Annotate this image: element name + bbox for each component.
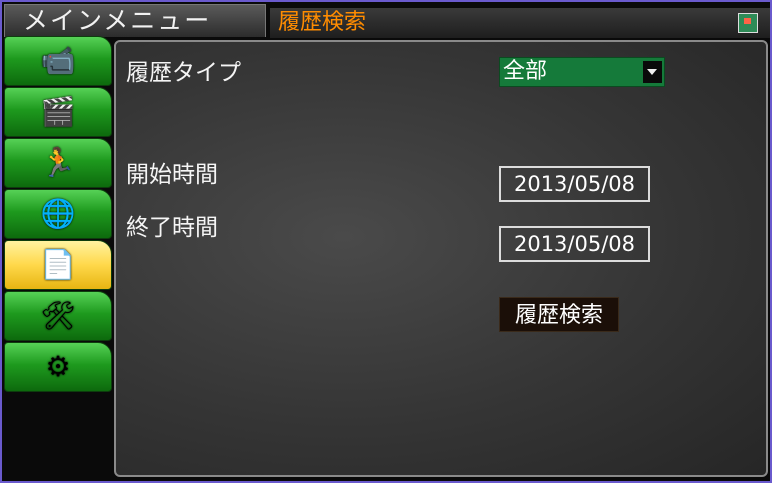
history-search-button[interactable]: 履歴検索: [499, 297, 619, 332]
sidebar-item-motion[interactable]: 🏃: [4, 138, 112, 188]
end-time-label: 終了時間: [126, 215, 218, 241]
system-tools-icon: 🛠: [40, 299, 76, 332]
document-search-icon: 📄: [40, 248, 76, 281]
record-type-label: 履歴タイプ: [126, 60, 241, 86]
running-man-icon: 🏃: [40, 146, 76, 179]
start-time-label: 開始時間: [126, 162, 218, 188]
camera-icon: 📹: [40, 44, 76, 77]
dvr-window: メインメニュー 履歴検索 📹 🎬 🏃 🌐 📄 🛠 ⚙ 履歴タイプ 全部 開始時間…: [0, 0, 772, 483]
sidebar-item-network[interactable]: 🌐: [4, 189, 112, 239]
sidebar-item-history[interactable]: 📄: [4, 240, 112, 290]
sidebar-item-settings[interactable]: ⚙: [4, 342, 112, 392]
end-time-field[interactable]: 2013/05/08: [499, 226, 650, 262]
gears-icon: ⚙: [45, 350, 71, 383]
film-clapper-icon: 🎬: [40, 95, 76, 128]
record-type-value: 全部: [503, 59, 548, 84]
sidebar-item-playback[interactable]: 🎬: [4, 87, 112, 137]
main-menu-tab[interactable]: メインメニュー: [4, 4, 266, 37]
history-search-tab[interactable]: 履歴検索: [270, 8, 770, 38]
content-panel: [114, 40, 768, 477]
network-globe-icon: 🌐: [40, 197, 76, 230]
sidebar-item-tools[interactable]: 🛠: [4, 291, 112, 341]
history-search-tab-label: 履歴検索: [278, 10, 367, 35]
exit-icon[interactable]: [738, 13, 758, 33]
start-time-field[interactable]: 2013/05/08: [499, 166, 650, 202]
chevron-down-icon[interactable]: [643, 61, 662, 83]
record-type-select[interactable]: 全部: [499, 57, 665, 87]
sidebar-item-camera[interactable]: 📹: [4, 36, 112, 86]
